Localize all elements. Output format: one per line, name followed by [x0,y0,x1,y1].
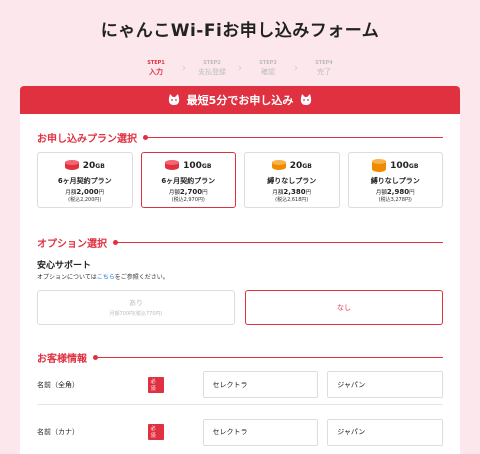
note-text: をご参照ください。 [114,274,169,281]
chevron-right-icon: › [294,63,298,74]
divider [93,355,443,359]
divider [113,240,443,244]
option-no-button[interactable]: なし [245,290,443,325]
first-name-kana-input[interactable]: セレクトラ [202,418,319,446]
option-note: オプションについてはこちらをご参照ください。 [37,272,169,281]
form-card: 最短5分でお申し込み お申し込みプラン選択 20GB 6ヶ月契約プラン 月額2,… [20,86,460,454]
plan-tax: (税込2,970円) [171,197,205,203]
plan-price: 2,000 [76,188,99,196]
plan-unit: GB [95,163,105,170]
step-label: 支払登録 [198,68,226,76]
plan-price: 2,980 [386,188,410,196]
plan-name: 縛りなしプラン [267,177,317,185]
plan-name: 6ヶ月契約プラン [57,177,112,185]
step-1: STEP1 入力 [136,60,176,77]
required-badge: 必須 [147,424,164,440]
step-2: STEP2 支払登録 [192,60,232,77]
step-label: 入力 [149,68,163,76]
step-indicator: STEP1 入力 › STEP2 支払登録 › STEP3 確認 › STEP4… [0,60,480,77]
option-yes-button[interactable]: あり 月額700円(税込770円) [37,290,235,325]
step-label: 確認 [261,68,275,76]
option-yes-label: あり [129,299,143,307]
option-no-label: なし [337,303,351,312]
plan-capacity: 100 [183,161,202,171]
plan-card-selected[interactable]: 100GB 6ヶ月契約プラン 月額2,700円 (税込2,970円) [140,152,236,208]
plan-price: 2,700 [179,188,203,196]
plan-card[interactable]: 20GB 6ヶ月契約プラン 月額2,000円 (税込2,200円) [37,152,133,208]
plan-name: 縛りなしプラン [370,177,420,185]
chevron-right-icon: › [182,63,186,74]
name-kana-row: 名前（カナ） 必須 セレクトラ ジャパン [37,412,443,452]
router-icon [372,159,387,173]
step-number: STEP1 [147,60,165,66]
banner-text: 最短5分でお申し込み [186,94,294,107]
banner: 最短5分でお申し込み [20,86,460,114]
plan-unit: GB [302,163,312,170]
step-number: STEP4 [315,60,333,66]
section-title: オプション選択 [37,239,107,250]
last-name-kana-input[interactable]: ジャパン [327,418,443,446]
plan-tax: (税込2,618円) [275,197,309,203]
step-number: STEP2 [203,60,221,66]
plan-tax: (税込3,278円) [378,197,412,203]
plan-unit: GB [201,163,212,170]
divider [143,135,443,139]
step-4: STEP4 完了 [304,60,344,77]
plan-options: 20GB 6ヶ月契約プラン 月額2,000円 (税込2,200円) 100GB … [37,152,443,208]
plan-name: 6ヶ月契約プラン [161,177,216,185]
plan-tax: (税込2,200円) [68,197,102,203]
cat-icon [168,94,179,105]
page-title: にゃんこWi-Fiお申し込みフォーム [100,21,380,41]
router-icon [271,160,286,172]
field-label: 名前（カナ） [37,428,79,436]
plan-card[interactable]: 20GB 縛りなしプラン 月額2,380円 (税込2,618円) [244,152,340,208]
option-subtitle: 安心サポート [37,261,92,271]
option-link[interactable]: こちら [97,274,115,281]
plan-unit: GB [408,163,419,170]
router-icon [165,160,180,172]
last-name-input[interactable]: ジャパン [327,371,443,398]
plan-capacity: 100 [390,161,409,171]
required-badge: 必須 [147,376,164,393]
step-label: 完了 [317,68,331,76]
plan-section-heading: お申し込みプラン選択 [37,130,443,145]
option-section-heading: オプション選択 [37,235,443,250]
plan-capacity: 20 [82,161,96,171]
field-label: 名前（全角） [37,380,79,389]
customer-section-heading: お客様情報 [37,350,443,365]
name-kanji-row: 名前（全角） 必須 セレクトラ ジャパン [37,365,443,405]
plan-price: 2,380 [283,188,306,196]
chevron-right-icon: › [238,63,242,74]
step-3: STEP3 確認 [248,60,288,77]
step-number: STEP3 [259,60,277,66]
plan-card[interactable]: 100GB 縛りなしプラン 月額2,980円 (税込3,278円) [347,152,443,208]
cat-icon [301,94,312,105]
section-title: お客様情報 [37,354,87,365]
router-icon [64,160,79,172]
first-name-input[interactable]: セレクトラ [202,371,319,398]
option-yes-price: 月額700円(税込770円) [109,311,163,317]
note-text: オプションについては [37,274,97,281]
plan-capacity: 20 [289,161,303,171]
section-title: お申し込みプラン選択 [37,134,137,145]
